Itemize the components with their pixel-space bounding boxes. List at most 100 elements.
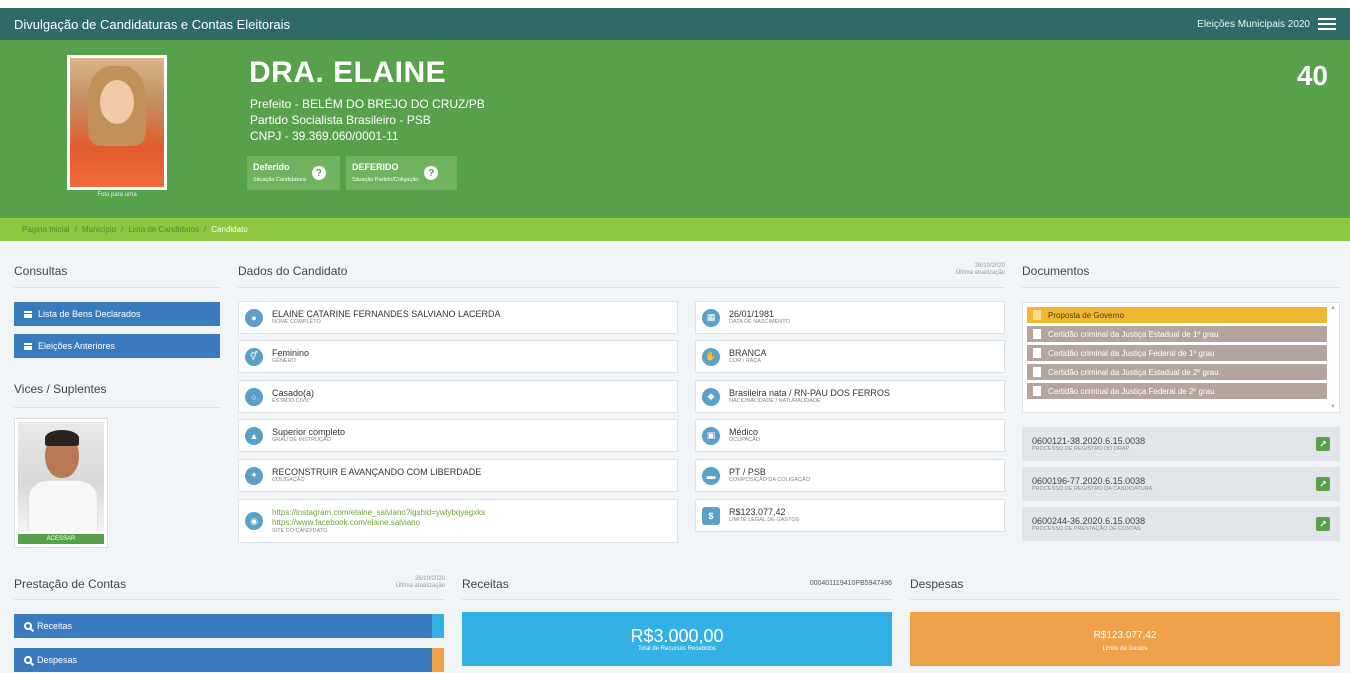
status-candidatura: Deferido Situação Candidatura ?: [247, 156, 340, 190]
status-partido-value: DEFERIDO: [352, 161, 399, 172]
field-label: NACIONALIDADE / NATURALIDADE: [729, 398, 821, 404]
processo-number: 0600196-77.2020.6.15.0038: [1032, 476, 1146, 486]
field-value: RECONSTRUIR E AVANÇANDO COM LIBERDADE: [272, 467, 482, 477]
receitas-title: Receitas: [462, 577, 509, 591]
field-value: ELAINE CATARINE FERNANDES SALVIANO LACER…: [272, 309, 501, 319]
candidate-cnpj: CNPJ - 39.369.060/0001-11: [250, 129, 399, 143]
search-icon: [24, 622, 32, 630]
globe-icon: ◉: [245, 512, 263, 530]
help-icon[interactable]: ?: [424, 166, 439, 180]
field-cor-raca: ✋ BRANCA COR / RAÇA: [695, 340, 1005, 373]
external-link-icon[interactable]: ↗: [1316, 477, 1330, 491]
status-candidatura-value: Deferido: [253, 161, 290, 172]
processo-number: 0600244-36.2020.6.15.0038: [1032, 516, 1146, 526]
doc-item[interactable]: Proposta de Governo: [1027, 307, 1327, 323]
map-icon: ◆: [702, 387, 720, 406]
file-icon: [1033, 386, 1041, 396]
field-value: Brasileira nata / RN-PAU DOS FERROS: [729, 388, 890, 398]
despesas-title: Despesas: [910, 577, 964, 591]
despesas-label: Despesas: [37, 655, 78, 665]
receitas-label: Receitas: [37, 621, 73, 631]
instagram-link[interactable]: https://instagram.com/elaine_salviano?ig…: [272, 508, 485, 518]
field-estado-civil: ○ Casado(a) ESTADO CIVIL: [238, 380, 678, 413]
vice-card[interactable]: ACESSAR: [14, 418, 108, 548]
receitas-button[interactable]: Receitas: [14, 614, 444, 638]
bens-label: Lista de Bens Declarados: [38, 309, 141, 319]
candidate-number: 40: [1296, 60, 1328, 91]
file-icon: [1033, 310, 1041, 320]
field-label: DATA DE NASCIMENTO: [729, 319, 790, 325]
status-partido: DEFERIDO Situação Partido/Coligação ?: [346, 156, 457, 190]
breadcrumb-home[interactable]: Página Inicial: [22, 225, 70, 234]
field-value: Casado(a): [272, 388, 315, 398]
dollar-icon: $: [702, 506, 720, 525]
breadcrumb-candidatos[interactable]: Lista de Candidatos: [128, 225, 199, 234]
breadcrumb-municipio[interactable]: Município: [82, 225, 116, 234]
menu-icon[interactable]: [1318, 18, 1336, 30]
bens-button[interactable]: Lista de Bens Declarados: [14, 302, 220, 326]
calendar-icon: ▦: [702, 308, 720, 327]
eleicoes-label: Eleições Anteriores: [38, 341, 116, 351]
breadcrumb-current: Candidato: [211, 225, 248, 234]
dados-updated: 26/10/2020 Última atualização: [930, 263, 1005, 277]
graduation-cap-icon: ▲: [245, 426, 263, 445]
processo-label: PROCESSO DE REGISTRO DA CANDIDATURA: [1032, 486, 1153, 492]
consultas-title: Consultas: [14, 264, 68, 278]
field-value: Feminino: [272, 348, 310, 358]
app-title[interactable]: Divulgação de Candidaturas e Contas Elei…: [14, 17, 290, 32]
eleicoes-anteriores-button[interactable]: Eleições Anteriores: [14, 334, 220, 358]
facebook-link[interactable]: https://www.facebook.com/elaine.salviano: [272, 518, 485, 528]
scroll-up-icon[interactable]: ▲: [1330, 305, 1336, 311]
field-site: ◉ https://instagram.com/elaine_salviano?…: [238, 499, 678, 543]
field-coligacao: ✦ RECONSTRUIR E AVANÇANDO COM LIBERDADE C…: [238, 459, 678, 492]
field-value: R$123.077,42: [729, 507, 786, 517]
doc-label: Certidão criminal da Justiça Federal de …: [1048, 386, 1215, 396]
despesas-amount: R$123.077,42: [1093, 630, 1157, 641]
main-content: Consultas Lista de Bens Declarados Eleiç…: [0, 241, 1350, 673]
breadcrumb: Página Inicial / Município / Lista de Cand…: [0, 218, 1350, 241]
field-composicao: ▬ PT / PSB COMPOSIÇÃO DA COLIGAÇÃO: [695, 459, 1005, 492]
field-label: COMPOSIÇÃO DA COLIGAÇÃO: [729, 477, 810, 483]
vices-title: Vices / Suplentes: [14, 382, 107, 396]
processo-drap: 0600121-38.2020.6.15.0038 PROCESSO DE REG…: [1022, 427, 1340, 461]
processo-number: 0600121-38.2020.6.15.0038: [1032, 436, 1146, 446]
scroll-down-icon[interactable]: ▼: [1330, 404, 1336, 410]
ring-icon: ○: [245, 387, 263, 406]
field-value: BRANCA: [729, 348, 767, 358]
external-link-icon[interactable]: ↗: [1316, 517, 1330, 531]
candidate-party: Partido Socialista Brasileiro - PSB: [250, 113, 431, 127]
list-icon: [24, 310, 32, 318]
field-label: LIMITE LEGAL DE GASTOS: [729, 517, 800, 523]
list-icon: [24, 342, 32, 350]
candidate-info: Prefeito - BELÉM DO BREJO DO CRUZ/PB Par…: [250, 96, 485, 144]
receitas-total-card[interactable]: R$3.000,00 Total de Recursos Recebidos: [462, 612, 892, 666]
top-bar: Divulgação de Candidaturas e Contas Elei…: [0, 8, 1350, 40]
despesas-button[interactable]: Despesas: [14, 648, 444, 672]
doc-item[interactable]: Certidão criminal da Justiça Estadual de…: [1027, 364, 1327, 380]
field-label: OCUPAÇÃO: [729, 437, 761, 443]
field-label: SITE DO CANDIDATO: [272, 527, 328, 534]
help-icon[interactable]: ?: [311, 166, 326, 180]
group-icon: ✦: [245, 466, 263, 485]
doc-item[interactable]: Certidão criminal da Justiça Federal de …: [1027, 383, 1327, 399]
field-value: Médico: [729, 427, 759, 437]
candidate-office: Prefeito - BELÉM DO BREJO DO CRUZ/PB: [250, 97, 485, 111]
acessar-button[interactable]: ACESSAR: [18, 534, 104, 544]
receitas-sub: Total de Recursos Recebidos: [637, 646, 717, 652]
processo-label: PROCESSO DE REGISTRO DO DRAP: [1032, 446, 1130, 452]
documentos-title: Documentos: [1022, 264, 1090, 278]
candidate-header: Foto para urna DRA. ELAINE Prefeito - BE…: [0, 40, 1350, 218]
gender-icon: ⚥: [245, 347, 263, 366]
vice-photo: [18, 422, 104, 532]
receitas-amount: R$3.000,00: [630, 626, 724, 646]
search-icon: [24, 656, 32, 664]
processo-candidatura: 0600196-77.2020.6.15.0038 PROCESSO DE REG…: [1022, 467, 1340, 501]
file-icon: [1033, 348, 1041, 358]
prestacao-updated: 26/10/2020 Última atualização: [370, 576, 445, 590]
external-link-icon[interactable]: ↗: [1316, 437, 1330, 451]
field-ocupacao: ▣ Médico OCUPAÇÃO: [695, 419, 1005, 452]
doc-item[interactable]: Certidão criminal da Justiça Estadual de…: [1027, 326, 1327, 342]
despesas-total-card[interactable]: R$123.077,42 Limite de Gastos: [910, 612, 1340, 666]
dados-title: Dados do Candidato: [238, 264, 348, 278]
doc-item[interactable]: Certidão criminal da Justiça Federal de …: [1027, 345, 1327, 361]
